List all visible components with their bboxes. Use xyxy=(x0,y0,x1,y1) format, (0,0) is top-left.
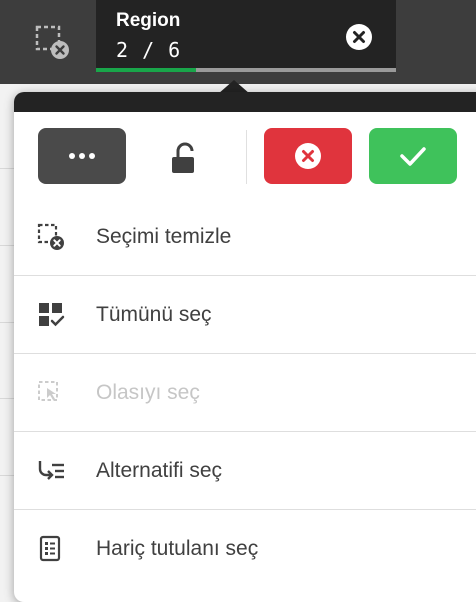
clear-all-selections-button[interactable] xyxy=(0,0,96,84)
background-gridline xyxy=(0,398,14,399)
check-icon xyxy=(400,147,426,166)
field-selection-chip[interactable]: Region 2 / 6 xyxy=(96,0,396,72)
clear-selection-icon xyxy=(37,223,64,250)
clear-selection-icon xyxy=(35,25,69,59)
menu-item-select-alternative[interactable]: Alternatifi seç xyxy=(14,432,476,510)
selection-menu-popup: Seçimi temizle Tümünü seç Olasıyı seç Al… xyxy=(14,92,476,602)
menu-item-select-excluded[interactable]: Hariç tutulanı seç xyxy=(14,510,476,587)
select-excluded-icon xyxy=(39,535,61,562)
remove-selection-button[interactable] xyxy=(344,22,374,52)
toolbar-divider xyxy=(246,130,247,184)
background-gridline xyxy=(0,168,14,169)
menu-item-label: Tümünü seç xyxy=(96,302,212,326)
menu-item-clear-selection[interactable]: Seçimi temizle xyxy=(14,198,476,276)
menu-item-label: Alternatifi seç xyxy=(96,458,223,482)
menu-item-select-possible: Olasıyı seç xyxy=(14,354,476,432)
menu-item-label: Olasıyı seç xyxy=(96,380,200,404)
selection-count: 2 / 6 xyxy=(116,38,182,62)
x-circle-icon xyxy=(346,24,372,50)
cancel-selection-button[interactable] xyxy=(264,128,352,184)
selection-toolbar xyxy=(14,112,476,212)
menu-item-label: Hariç tutulanı seç xyxy=(96,536,259,560)
selection-bar: Region 2 / 6 xyxy=(0,0,476,84)
selection-progress-fill xyxy=(96,68,196,72)
x-circle-icon xyxy=(295,143,321,169)
menu-item-select-all[interactable]: Tümünü seç xyxy=(14,276,476,354)
unlocked-icon[interactable] xyxy=(168,142,198,174)
background-gridline xyxy=(0,475,14,476)
select-possible-icon xyxy=(38,381,58,401)
more-options-button[interactable] xyxy=(38,128,126,184)
confirm-selection-button[interactable] xyxy=(369,128,457,184)
select-all-icon xyxy=(39,303,65,327)
ellipsis-icon xyxy=(69,153,95,159)
select-alternative-icon xyxy=(38,461,64,480)
background-gridline xyxy=(0,322,14,323)
selection-menu: Seçimi temizle Tümünü seç Olasıyı seç Al… xyxy=(14,198,476,587)
field-title: Region xyxy=(116,10,181,31)
popup-header-strip xyxy=(14,92,476,112)
selection-progress-track xyxy=(96,68,396,72)
background-gridline xyxy=(0,245,14,246)
menu-item-label: Seçimi temizle xyxy=(96,224,232,248)
